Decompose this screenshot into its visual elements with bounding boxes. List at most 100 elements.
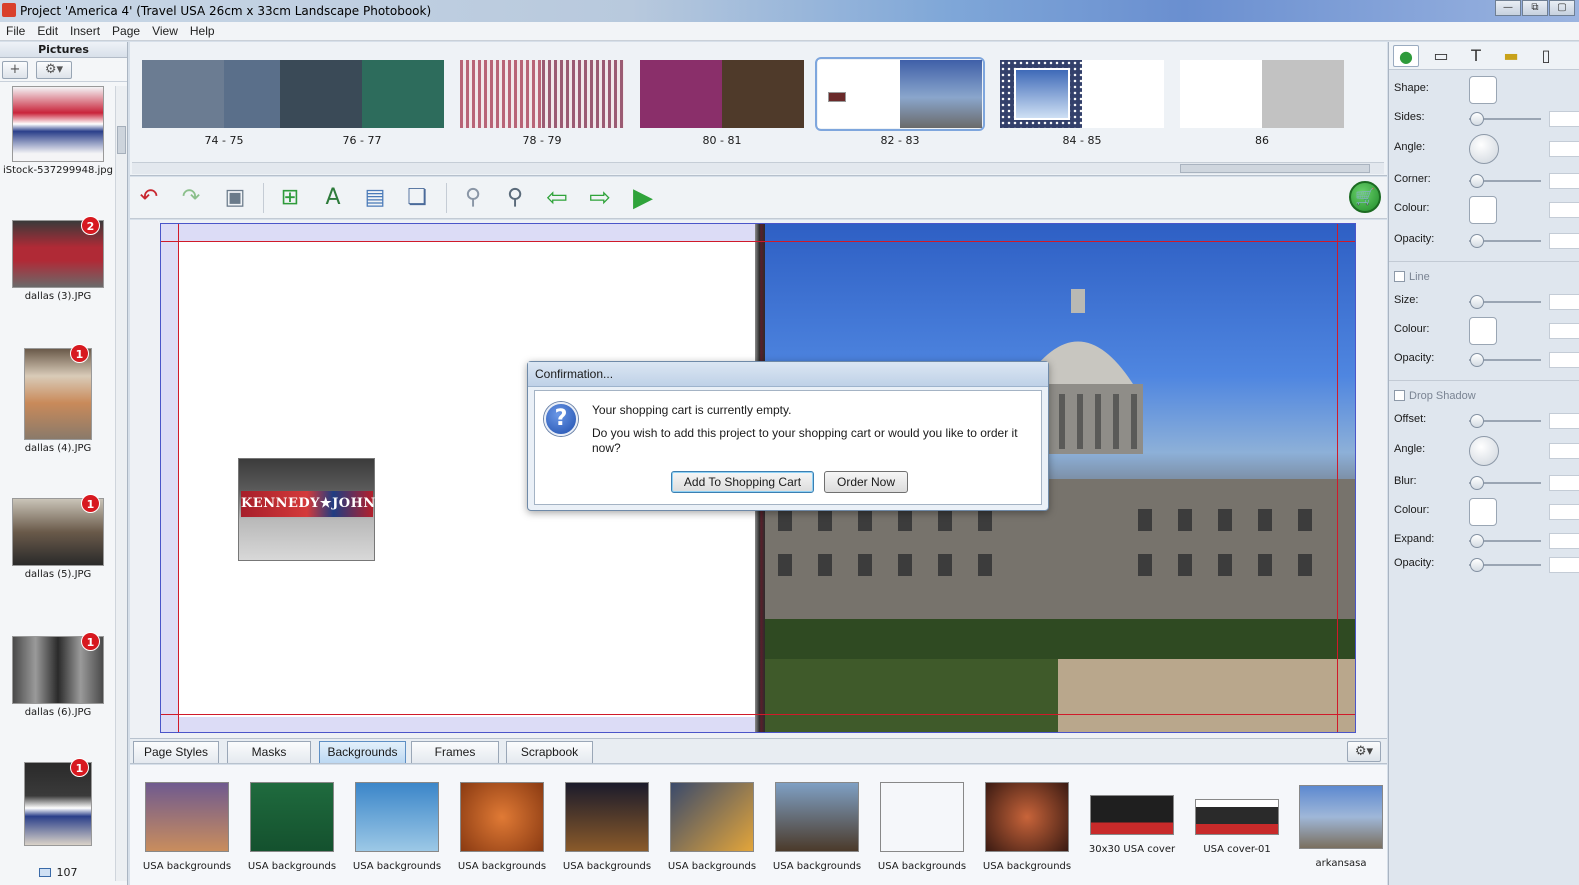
spread-thumbnail[interactable]: 78 - 79: [460, 60, 624, 147]
order-now-button[interactable]: Order Now: [824, 471, 908, 493]
add-to-cart-button[interactable]: Add To Shopping Cart: [671, 471, 814, 493]
previous-page-icon[interactable]: ⇦: [542, 183, 572, 213]
line-colour-value[interactable]: [1549, 323, 1579, 339]
minimize-button[interactable]: —: [1495, 0, 1521, 16]
picture-item[interactable]: 2 dallas (3).JPG: [0, 216, 116, 302]
add-text-icon[interactable]: A: [318, 183, 348, 213]
picture-options-button[interactable]: ⚙▾: [36, 60, 72, 79]
sides-slider[interactable]: [1470, 112, 1484, 126]
undo-icon[interactable]: ↶: [134, 183, 164, 213]
menu-insert[interactable]: Insert: [64, 22, 106, 40]
opacity-slider[interactable]: [1470, 234, 1484, 248]
kennedy-johnson-photo[interactable]: KENNEDY★JOHNSON: [238, 458, 409, 561]
background-item[interactable]: USA backgrounds: [661, 782, 763, 872]
background-item[interactable]: USA backgrounds: [871, 782, 973, 872]
import-icon[interactable]: ▤: [360, 183, 390, 213]
spread-scrollbar[interactable]: [132, 162, 1384, 174]
tab-backgrounds[interactable]: Backgrounds: [319, 741, 406, 763]
page-tool-icon[interactable]: ▯: [1533, 45, 1559, 67]
ruler-tool-icon[interactable]: ▬: [1498, 45, 1524, 67]
line-section-toggle[interactable]: Line: [1394, 271, 1430, 283]
spread-thumbnail[interactable]: 76 - 77: [280, 60, 444, 147]
picture-item[interactable]: 1 dallas (4).JPG: [0, 344, 116, 454]
zoom-in-icon[interactable]: ⚲: [500, 183, 530, 213]
offset-slider[interactable]: [1470, 414, 1484, 428]
opacity-value[interactable]: [1549, 233, 1579, 249]
tab-masks[interactable]: Masks: [227, 741, 311, 763]
colour-value[interactable]: [1549, 202, 1579, 218]
maximize-button[interactable]: ▢: [1549, 0, 1575, 16]
line-checkbox[interactable]: [1394, 271, 1405, 282]
offset-value[interactable]: [1549, 413, 1579, 429]
menu-file[interactable]: File: [0, 22, 31, 40]
picture-item[interactable]: iStock-537299948.jpg: [0, 86, 116, 176]
tab-frames[interactable]: Frames: [411, 741, 499, 763]
preview-play-icon[interactable]: ▶: [628, 183, 658, 213]
spread-thumbnail[interactable]: 84 - 85: [1000, 60, 1164, 147]
background-item[interactable]: USA cover-01: [1186, 799, 1288, 855]
toolbar-separator: [263, 183, 264, 213]
blur-slider[interactable]: [1470, 476, 1484, 490]
picture-item[interactable]: 1 dallas (6).JPG: [0, 632, 116, 718]
line-opacity-slider[interactable]: [1470, 353, 1484, 367]
shadow-colour-value[interactable]: [1549, 504, 1579, 520]
redo-icon[interactable]: ↷: [176, 183, 206, 213]
background-item[interactable]: USA backgrounds: [241, 782, 343, 872]
background-item[interactable]: USA backgrounds: [556, 782, 658, 872]
expand-slider[interactable]: [1470, 534, 1484, 548]
drop-shadow-section-toggle[interactable]: Drop Shadow: [1394, 390, 1476, 402]
spread-thumbnail[interactable]: 86: [1180, 60, 1344, 147]
expand-value[interactable]: [1549, 533, 1579, 549]
spread-thumbnail-selected[interactable]: 82 - 83: [815, 57, 985, 147]
menu-view[interactable]: View: [146, 22, 184, 40]
add-picture-button[interactable]: +: [2, 60, 28, 79]
shape-tool-icon[interactable]: ●: [1393, 44, 1419, 67]
size-slider[interactable]: [1470, 295, 1484, 309]
line-colour-swatch[interactable]: [1469, 317, 1497, 345]
scrollbar-thumb[interactable]: [117, 126, 126, 154]
background-item[interactable]: 30x30 USA cover: [1081, 795, 1183, 855]
spread-thumbnail[interactable]: 80 - 81: [640, 60, 804, 147]
background-item[interactable]: USA backgrounds: [766, 782, 868, 872]
shadow-angle-dial[interactable]: [1469, 436, 1499, 466]
scrollbar-thumb[interactable]: [1180, 164, 1370, 173]
size-value[interactable]: [1549, 294, 1579, 310]
angle-dial[interactable]: [1469, 134, 1499, 164]
picture-list-scrollbar[interactable]: [115, 86, 127, 881]
corner-value[interactable]: [1549, 173, 1579, 189]
zoom-out-icon[interactable]: ⚲: [458, 183, 488, 213]
background-item[interactable]: arkansasa: [1290, 785, 1392, 869]
drop-shadow-checkbox[interactable]: [1394, 390, 1405, 401]
shadow-angle-value[interactable]: [1549, 443, 1579, 459]
restore-button[interactable]: ⧉: [1522, 0, 1548, 16]
background-item[interactable]: USA backgrounds: [346, 782, 448, 872]
colour-swatch[interactable]: [1469, 196, 1497, 224]
angle-value[interactable]: [1549, 141, 1579, 157]
menu-help[interactable]: Help: [184, 22, 221, 40]
text-tool-icon[interactable]: T: [1463, 45, 1489, 67]
picture-item[interactable]: 1 dallas (5).JPG: [0, 494, 116, 580]
frame-tool-icon[interactable]: ▭: [1428, 45, 1454, 67]
tab-page-styles[interactable]: Page Styles: [133, 741, 219, 763]
tab-scrapbook[interactable]: Scrapbook: [506, 741, 593, 763]
save-icon[interactable]: ▣: [220, 183, 250, 213]
shadow-opacity-slider[interactable]: [1470, 558, 1484, 572]
shadow-colour-swatch[interactable]: [1469, 498, 1497, 526]
menu-page[interactable]: Page: [106, 22, 146, 40]
background-item[interactable]: USA backgrounds: [136, 782, 238, 872]
picture-item[interactable]: 1: [0, 758, 116, 846]
background-item[interactable]: USA backgrounds: [976, 782, 1078, 872]
menu-edit[interactable]: Edit: [31, 22, 64, 40]
pages-icon[interactable]: ❏: [402, 183, 432, 213]
background-item[interactable]: USA backgrounds: [451, 782, 553, 872]
sides-value[interactable]: [1549, 111, 1579, 127]
blur-value[interactable]: [1549, 475, 1579, 491]
shape-picker[interactable]: [1469, 76, 1497, 104]
line-opacity-value[interactable]: [1549, 352, 1579, 368]
shopping-cart-icon[interactable]: 🛒: [1349, 181, 1381, 213]
next-page-icon[interactable]: ⇨: [585, 183, 615, 213]
gallery-options-button[interactable]: ⚙▾: [1347, 741, 1381, 762]
corner-slider[interactable]: [1470, 174, 1484, 188]
shadow-opacity-value[interactable]: [1549, 557, 1579, 573]
add-photo-icon[interactable]: ⊞: [275, 183, 305, 213]
